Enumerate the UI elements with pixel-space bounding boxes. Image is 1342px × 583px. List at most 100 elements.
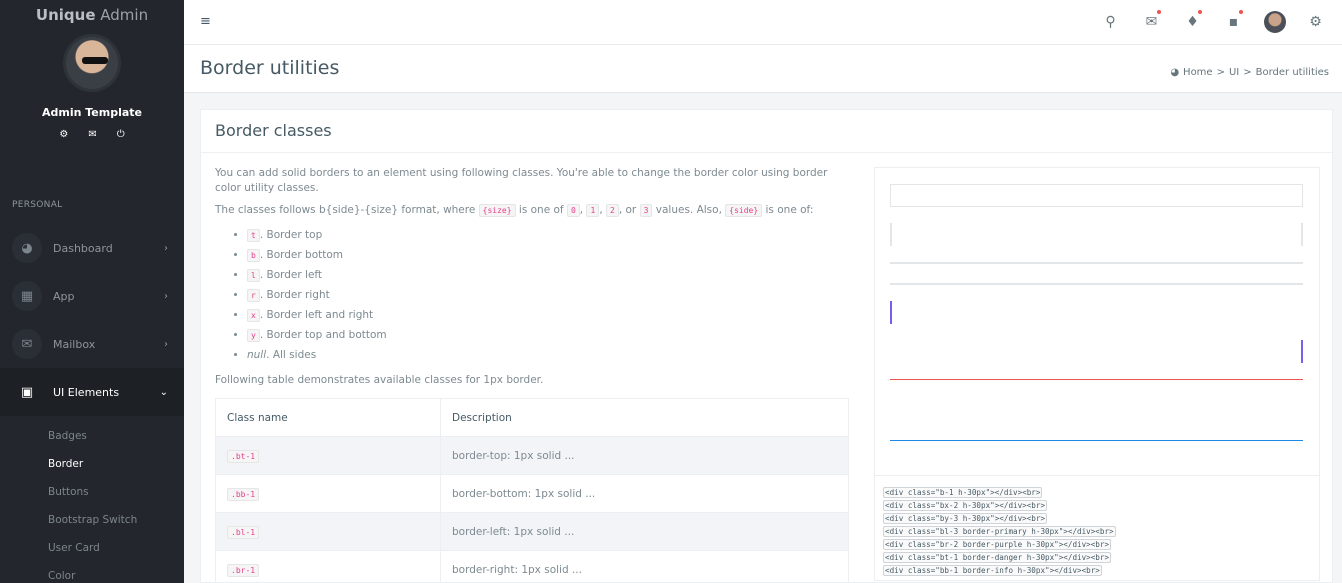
- list-item-text: . Border right: [259, 289, 330, 301]
- is-one-of-text: is one of:: [765, 204, 814, 216]
- avatar-image: [1263, 11, 1286, 33]
- list-item: r. Border right: [247, 285, 849, 305]
- code-line: <div class="bb-1 border-info h-30px"></d…: [883, 565, 1102, 576]
- chevron-down-icon: ⌄: [159, 386, 168, 398]
- size-code-0: 0: [566, 204, 580, 217]
- side-code-x: x: [247, 309, 260, 322]
- border-demo-panel: <div class="b-1 h-30px"></div><br> <div …: [874, 167, 1320, 581]
- class-code: .bb-1: [227, 487, 260, 501]
- breadcrumb-home[interactable]: Home: [1183, 67, 1213, 78]
- user-name[interactable]: Admin Template: [0, 106, 184, 119]
- class-code: .bl-1: [227, 525, 260, 539]
- code-line: <div class="bx-2 h-30px"></div><br>: [883, 500, 1048, 511]
- list-item-text: . Border left: [259, 269, 323, 281]
- notification-dot: [1239, 10, 1243, 14]
- sidebar-item-label: UI Elements: [53, 385, 120, 399]
- topbar: ≡ ⚲ ✉ ♦ ▪ ⚙: [184, 0, 1342, 45]
- size-code-3: 3: [639, 204, 653, 217]
- code-line: <div class="by-3 h-30px"></div><br>: [883, 513, 1048, 524]
- brand-logo[interactable]: Unique Admin: [0, 0, 184, 30]
- list-item: b. Border bottom: [247, 245, 849, 265]
- list-item-text: . All sides: [266, 349, 317, 361]
- table-cell-description: border-left: 1px solid ...: [440, 512, 849, 551]
- sidebar-subitem-color[interactable]: Color: [0, 562, 184, 583]
- values-also-text: values. Also,: [652, 204, 726, 216]
- code-line: <div class="bt-1 border-danger h-30px"><…: [883, 552, 1112, 563]
- sidebar: Unique Admin Admin Template ⚙ ✉ ⏻ PERSON…: [0, 0, 184, 583]
- mail-icon: ✉: [12, 329, 42, 359]
- table-cell-description: border-top: 1px solid ...: [440, 436, 849, 475]
- table-intro-text: Following table demonstrates available c…: [215, 374, 544, 386]
- sidebar-subitem-bootstrap-switch[interactable]: Bootstrap Switch: [0, 506, 184, 534]
- sides-list: t. Border top b. Border bottom l. Border…: [215, 225, 849, 365]
- user-avatar[interactable]: [63, 34, 121, 92]
- card-title: Border classes: [215, 121, 332, 140]
- table-cell-class: .bt-1: [215, 436, 441, 475]
- page-header: Border utilities ◕ Home > UI > Border ut…: [184, 45, 1342, 93]
- breadcrumb-ui[interactable]: UI: [1229, 67, 1239, 78]
- notification-dot: [1198, 10, 1202, 14]
- list-item: l. Border left: [247, 265, 849, 285]
- demo-box-bt-1-danger: [890, 379, 1303, 402]
- list-item: x. Border left and right: [247, 305, 849, 325]
- or-text: , or: [618, 204, 640, 216]
- list-item: y. Border top and bottom: [247, 325, 849, 345]
- bell-icon[interactable]: ♦: [1172, 9, 1213, 35]
- power-icon[interactable]: ⏻: [117, 129, 125, 140]
- table-cell-description: border-bottom: 1px solid ...: [440, 474, 849, 513]
- card-header: Border classes: [201, 110, 1332, 153]
- section-label: PERSONAL: [12, 200, 63, 210]
- demo-box-b-1: [890, 184, 1303, 207]
- sidebar-subitem-border[interactable]: Border: [0, 450, 184, 478]
- breadcrumb-separator: >: [1216, 67, 1225, 78]
- border-classes-card: Border classes You can add solid borders…: [200, 109, 1333, 583]
- table-row: .bt-1 border-top: 1px solid ...: [215, 436, 849, 475]
- intro-text: You can add solid borders to an element …: [215, 167, 828, 194]
- mail-icon[interactable]: ✉: [1131, 9, 1172, 35]
- list-item-text: . Border bottom: [259, 249, 344, 261]
- sidebar-item-ui-elements[interactable]: ▣ UI Elements ⌄: [0, 368, 184, 416]
- sidebar-item-label: App: [53, 289, 75, 303]
- dashboard-icon: ◕: [1170, 67, 1180, 78]
- sidebar-subitem-badges[interactable]: Badges: [0, 422, 184, 450]
- size-code-2: 2: [606, 204, 619, 217]
- side-code-r: r: [247, 289, 260, 302]
- demo-box-bb-1-info: [890, 418, 1303, 441]
- code-line: <div class="bl-3 border-primary h-30px">…: [883, 526, 1116, 537]
- sidebar-item-mailbox[interactable]: ✉ Mailbox ›: [0, 320, 184, 368]
- page-title: Border utilities: [200, 57, 340, 79]
- format-mid: is one of: [515, 204, 567, 216]
- format-prefix: The classes follows b{side}-{size} forma…: [215, 204, 479, 216]
- table-header-class-name: Class name: [215, 398, 441, 437]
- class-code: .br-1: [227, 563, 260, 577]
- demo-box-by-3: [890, 262, 1303, 285]
- table-cell-description: border-right: 1px solid ...: [440, 550, 849, 583]
- demo-box-br-2-purple: [890, 340, 1303, 363]
- class-code: .bt-1: [227, 449, 260, 463]
- breadcrumb: ◕ Home > UI > Border utilities: [1170, 67, 1329, 78]
- format-text: The classes follows b{side}-{size} forma…: [215, 204, 814, 217]
- side-code: {side}: [725, 204, 763, 217]
- chat-icon[interactable]: ▪: [1213, 9, 1254, 35]
- sidebar-item-app[interactable]: ▦ App ›: [0, 272, 184, 320]
- table-row: .bl-1 border-left: 1px solid ...: [215, 512, 849, 551]
- sidebar-item-dashboard[interactable]: ◕ Dashboard ›: [0, 224, 184, 272]
- topbar-icons: ⚲ ✉ ♦ ▪ ⚙: [1090, 9, 1336, 35]
- chevron-right-icon: ›: [164, 290, 168, 302]
- gear-icon[interactable]: ⚙: [1295, 9, 1336, 35]
- sidebar-item-label: Dashboard: [53, 241, 113, 255]
- mail-icon[interactable]: ✉: [88, 129, 96, 140]
- sidebar-subitem-buttons[interactable]: Buttons: [0, 478, 184, 506]
- null-label: null: [247, 349, 267, 361]
- dashboard-icon: ◕: [12, 233, 42, 263]
- list-item: t. Border top: [247, 225, 849, 245]
- avatar[interactable]: [1254, 9, 1295, 35]
- table-cell-class: .bl-1: [215, 512, 441, 551]
- table-header-description: Description: [440, 398, 849, 437]
- settings-icon[interactable]: ⚙: [59, 129, 68, 140]
- table-cell-class: .bb-1: [215, 474, 441, 513]
- brand-bold-text: Unique: [35, 6, 96, 24]
- search-icon[interactable]: ⚲: [1090, 9, 1131, 35]
- sidebar-subitem-user-card[interactable]: User Card: [0, 534, 184, 562]
- hamburger-menu-icon[interactable]: ≡: [200, 14, 211, 29]
